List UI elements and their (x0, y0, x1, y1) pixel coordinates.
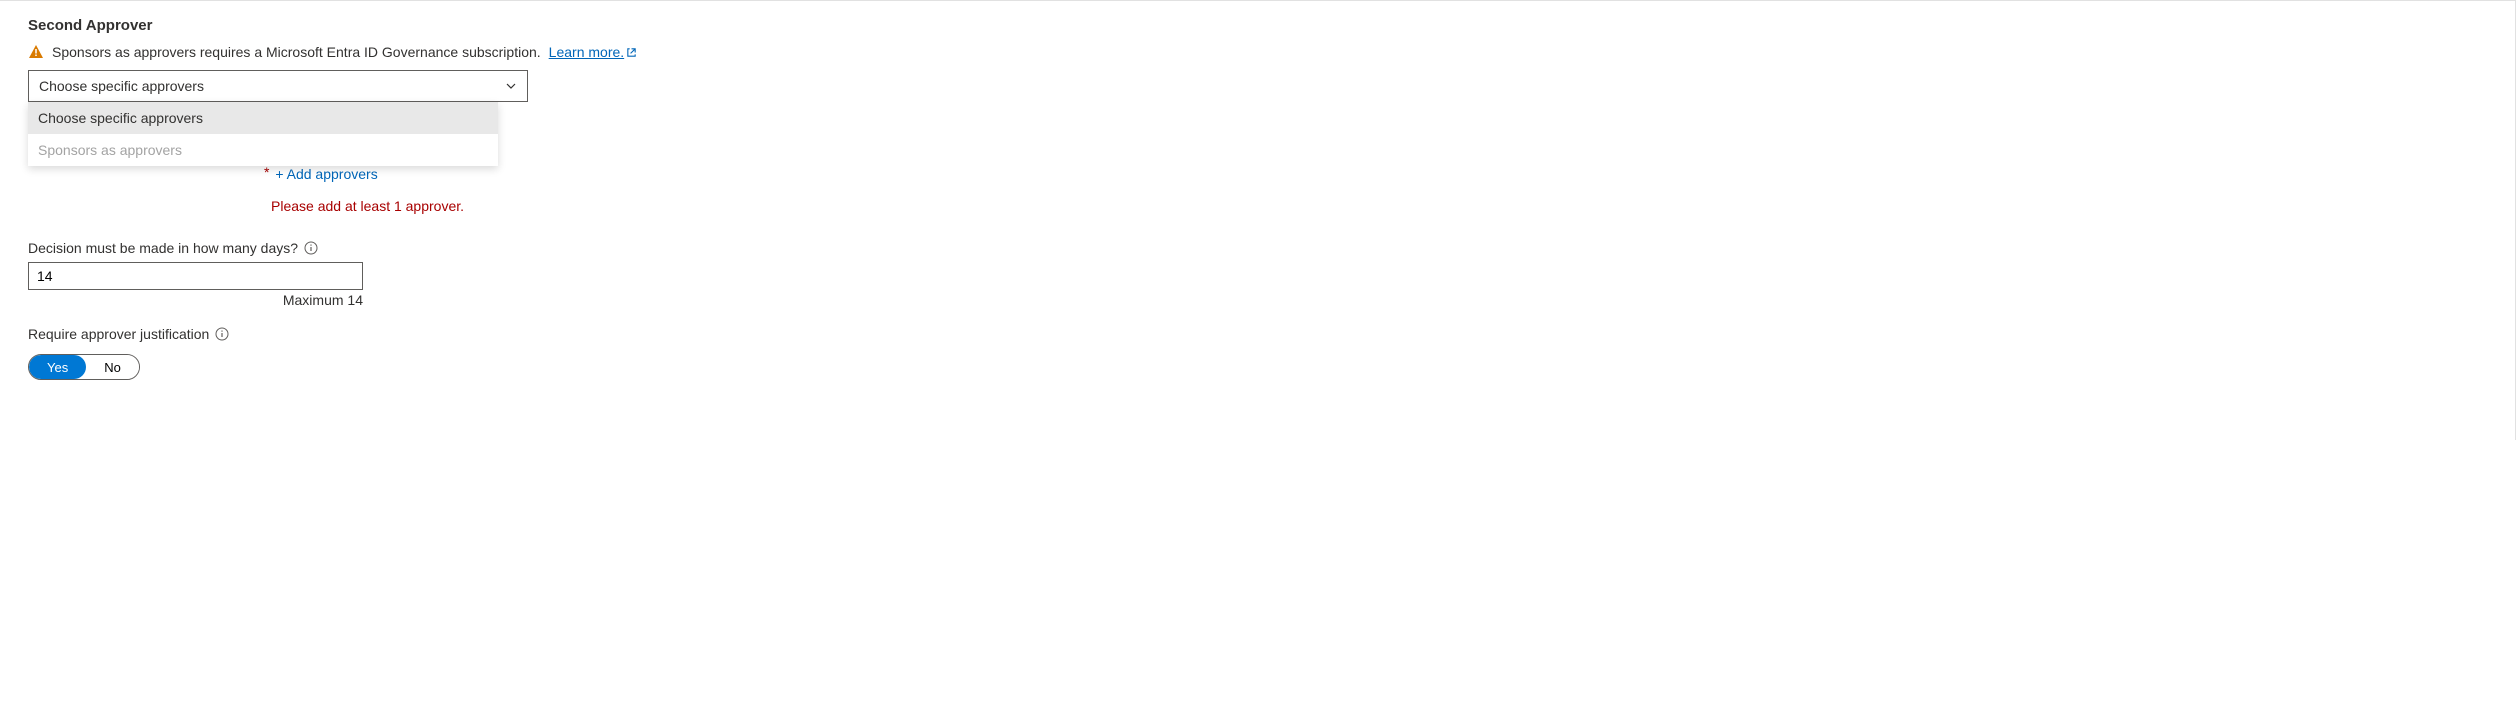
dropdown-trigger[interactable]: Choose specific approvers (28, 70, 528, 102)
dropdown-option-sponsors: Sponsors as approvers (28, 134, 498, 166)
approver-error-text: Please add at least 1 approver. (271, 198, 2487, 214)
justification-no[interactable]: No (86, 355, 139, 379)
chevron-down-icon (505, 80, 517, 92)
dropdown-menu: Choose specific approvers Sponsors as ap… (28, 102, 498, 166)
warning-icon (28, 44, 44, 60)
warning-text: Sponsors as approvers requires a Microso… (52, 44, 541, 60)
justification-field: Require approver justification Yes No (28, 326, 2487, 380)
section-title: Second Approver (28, 17, 2487, 34)
add-approvers-row: * + Add approvers (264, 164, 2487, 182)
warning-row: Sponsors as approvers requires a Microso… (28, 44, 2487, 60)
second-approver-panel: Second Approver Sponsors as approvers re… (0, 0, 2516, 440)
decision-days-field: Decision must be made in how many days? … (28, 240, 2487, 308)
info-icon[interactable] (215, 327, 229, 341)
decision-days-max-hint: Maximum 14 (28, 292, 363, 308)
justification-label: Require approver justification (28, 326, 209, 342)
approver-type-dropdown[interactable]: Choose specific approvers Choose specifi… (28, 70, 528, 102)
learn-more-link[interactable]: Learn more. (549, 44, 637, 60)
learn-more-text: Learn more. (549, 44, 624, 60)
dropdown-option-specific[interactable]: Choose specific approvers (28, 102, 498, 134)
justification-toggle[interactable]: Yes No (28, 354, 140, 380)
info-icon[interactable] (304, 241, 318, 255)
decision-days-input[interactable] (28, 262, 363, 290)
required-star: * (264, 164, 269, 180)
decision-days-label: Decision must be made in how many days? (28, 240, 298, 256)
add-approvers-link[interactable]: + Add approvers (275, 166, 377, 182)
external-link-icon (626, 47, 637, 58)
justification-yes[interactable]: Yes (29, 355, 86, 379)
dropdown-selected-value: Choose specific approvers (39, 78, 204, 94)
